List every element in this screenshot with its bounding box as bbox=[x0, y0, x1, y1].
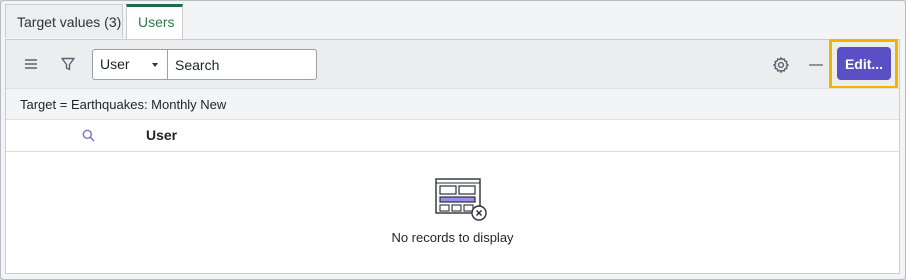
column-header-user[interactable]: User bbox=[146, 120, 177, 151]
search-icon[interactable] bbox=[82, 129, 95, 142]
breadcrumb[interactable]: Target = Earthquakes: Monthly New bbox=[6, 88, 899, 120]
empty-list-icon bbox=[434, 177, 492, 225]
gear-icon[interactable] bbox=[772, 56, 790, 74]
empty-state-message: No records to display bbox=[391, 230, 514, 245]
users-list-panel: User Edit... Target = Earthquakes: Month… bbox=[5, 39, 900, 274]
search-input[interactable] bbox=[167, 49, 317, 80]
tab-bar: Target values (3) Users bbox=[5, 4, 905, 40]
filter-icon[interactable] bbox=[60, 56, 76, 72]
chevron-down-icon bbox=[152, 63, 158, 67]
edit-button[interactable]: Edit... bbox=[837, 47, 891, 80]
list-toolbar: User Edit... bbox=[6, 39, 899, 89]
field-select[interactable]: User bbox=[92, 49, 168, 80]
hamburger-menu-icon[interactable] bbox=[24, 57, 38, 71]
field-select-value: User bbox=[100, 56, 130, 72]
minus-icon[interactable] bbox=[809, 64, 823, 66]
column-header-row: User bbox=[6, 120, 899, 152]
related-list-frame: Target values (3) Users User Search Edit… bbox=[0, 0, 906, 280]
tab-target-values[interactable]: Target values (3) bbox=[5, 4, 123, 38]
empty-state: No records to display bbox=[6, 152, 899, 272]
tab-users[interactable]: Users bbox=[126, 4, 183, 40]
